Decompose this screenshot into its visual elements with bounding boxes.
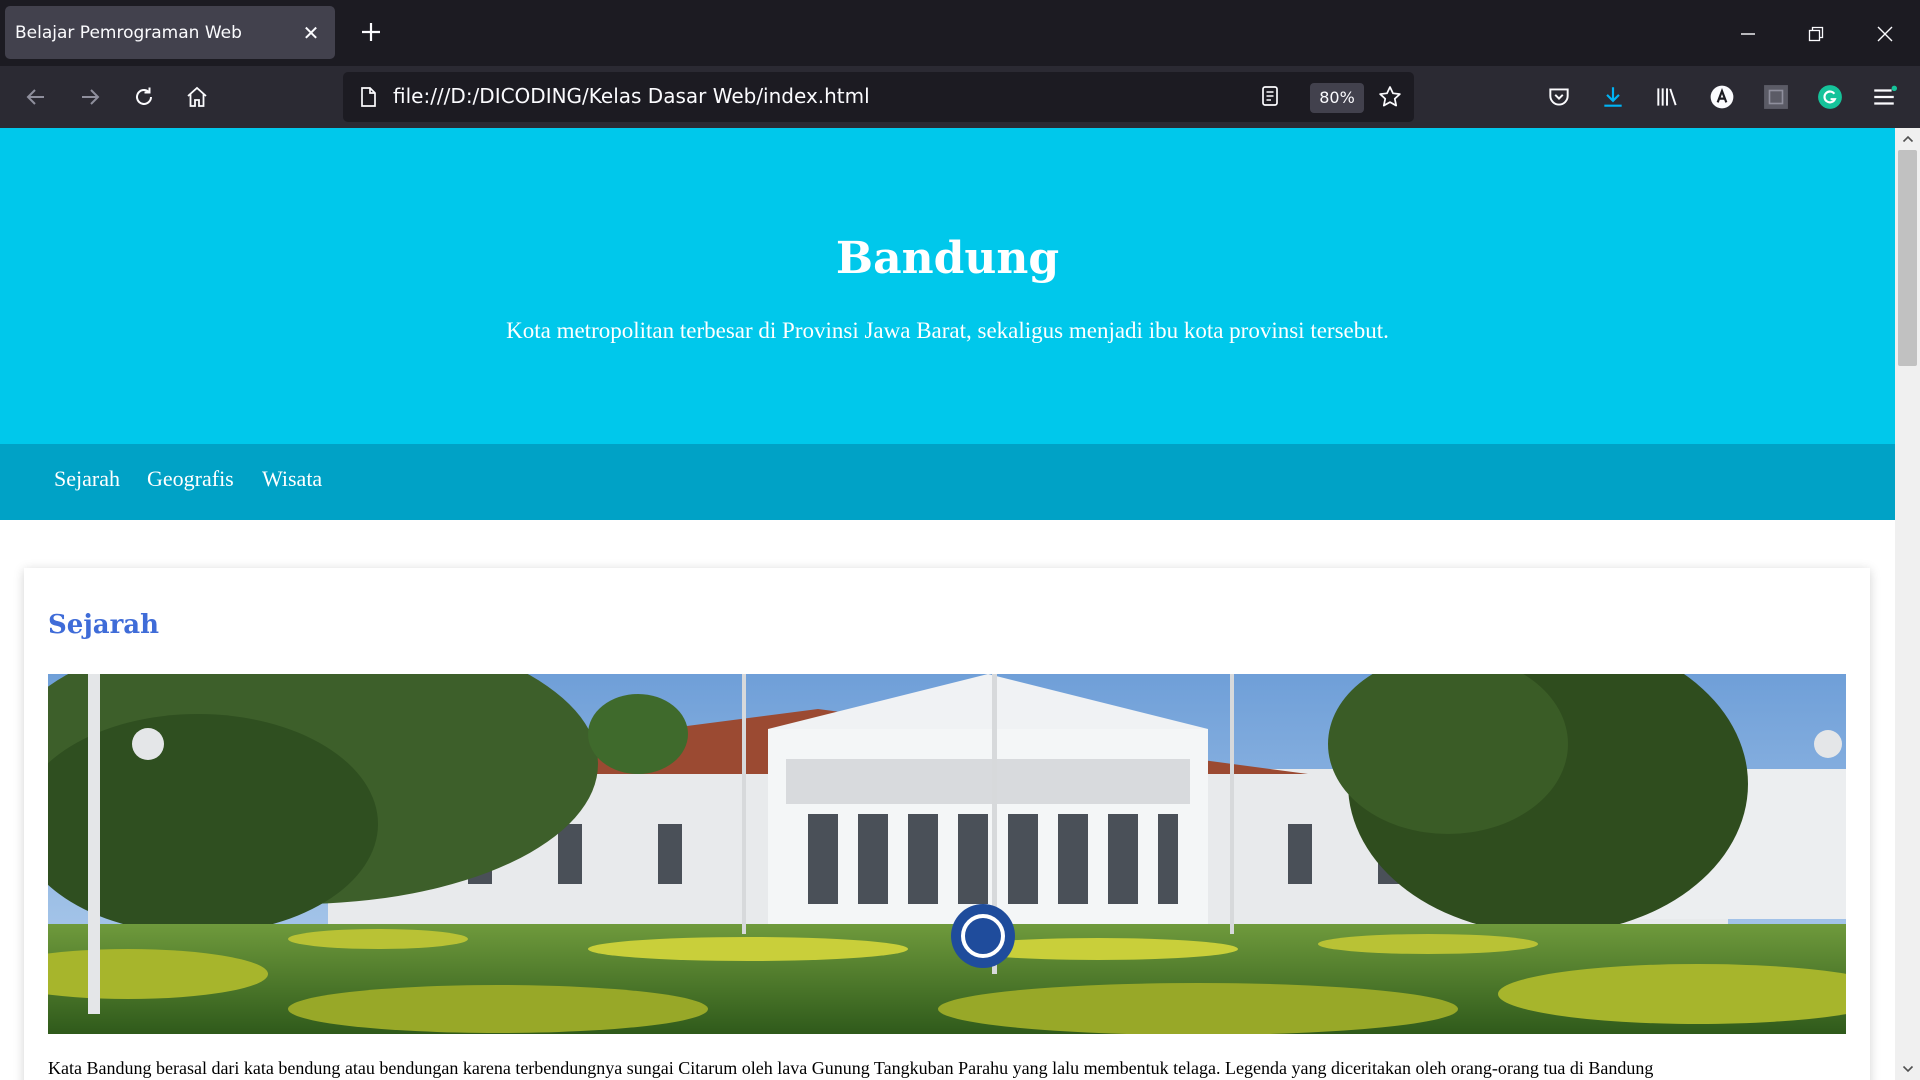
browser-tab[interactable]: Belajar Pemrograman Web ✕	[5, 6, 335, 59]
nav-link-sejarah[interactable]: Sejarah	[54, 466, 120, 492]
arrow-left-icon	[26, 89, 44, 105]
forward-button[interactable]	[71, 78, 109, 116]
article-image	[48, 674, 1846, 1034]
url-text[interactable]: file:///D:/DICODING/Kelas Dasar Web/inde…	[393, 84, 870, 108]
star-icon	[1379, 86, 1401, 107]
chevron-down-icon	[1902, 1065, 1913, 1073]
close-icon[interactable]: ✕	[297, 19, 325, 47]
article-text: Kata Bandung berasal dari kata bendung a…	[48, 1058, 1654, 1078]
page-viewport: Bandung Kota metropolitan terbesar di Pr…	[0, 128, 1920, 1080]
scroll-up-button[interactable]	[1895, 128, 1920, 150]
menu-button[interactable]	[1865, 78, 1903, 116]
hamburger-icon	[1874, 85, 1897, 105]
site-nav: Sejarah Geografis Wisata	[0, 444, 1895, 520]
tab-title: Belajar Pemrograman Web	[15, 22, 242, 43]
extension-icon	[1764, 85, 1788, 109]
close-window-icon	[1877, 26, 1893, 42]
article-heading: Sejarah	[48, 610, 160, 640]
home-button[interactable]	[178, 78, 216, 116]
page-scrollbar[interactable]	[1895, 128, 1920, 1080]
grammarly-icon	[1818, 85, 1842, 109]
scroll-down-button[interactable]	[1895, 1058, 1920, 1080]
nav-link-wisata[interactable]: Wisata	[262, 466, 322, 492]
restore-icon	[1808, 26, 1824, 42]
grammarly-button[interactable]	[1811, 78, 1849, 116]
nav-toolbar: file:///D:/DICODING/Kelas Dasar Web/inde…	[0, 66, 1920, 128]
back-button[interactable]	[17, 78, 55, 116]
download-icon	[1604, 87, 1622, 107]
bookmark-button[interactable]	[1377, 84, 1405, 112]
account-button[interactable]	[1703, 78, 1741, 116]
reader-view-icon	[1262, 86, 1278, 106]
avatar-a-icon	[1710, 85, 1734, 109]
new-tab-button[interactable]	[355, 16, 387, 48]
extension-button[interactable]	[1757, 78, 1795, 116]
reload-icon	[136, 87, 152, 105]
pocket-button[interactable]	[1540, 78, 1578, 116]
minimize-icon	[1741, 33, 1755, 35]
home-icon	[187, 86, 207, 107]
page-icon	[361, 87, 376, 107]
chevron-up-icon	[1902, 135, 1913, 143]
zoom-indicator[interactable]: 80%	[1310, 83, 1364, 113]
library-button[interactable]	[1648, 78, 1686, 116]
nav-link-geografis[interactable]: Geografis	[147, 466, 234, 492]
address-bar[interactable]: file:///D:/DICODING/Kelas Dasar Web/inde…	[343, 72, 1414, 122]
restore-button[interactable]	[1798, 16, 1834, 52]
reader-view-button[interactable]	[1258, 84, 1286, 112]
close-window-button[interactable]	[1867, 16, 1903, 52]
scroll-thumb[interactable]	[1898, 150, 1917, 366]
tab-strip: Belajar Pemrograman Web ✕	[0, 0, 1920, 66]
plus-icon	[362, 23, 380, 41]
reload-button[interactable]	[125, 78, 163, 116]
article-card: Sejarah Kata Bandung berasal dari kata b…	[24, 568, 1870, 1080]
library-icon	[1657, 88, 1677, 106]
arrow-right-icon	[82, 89, 100, 105]
downloads-button[interactable]	[1594, 78, 1632, 116]
pocket-icon	[1549, 88, 1569, 106]
page-title: Bandung	[835, 233, 1060, 284]
minimize-button[interactable]	[1730, 16, 1766, 52]
page-tagline: Kota metropolitan terbesar di Provinsi J…	[506, 318, 1389, 343]
page-header: Bandung Kota metropolitan terbesar di Pr…	[0, 128, 1895, 444]
